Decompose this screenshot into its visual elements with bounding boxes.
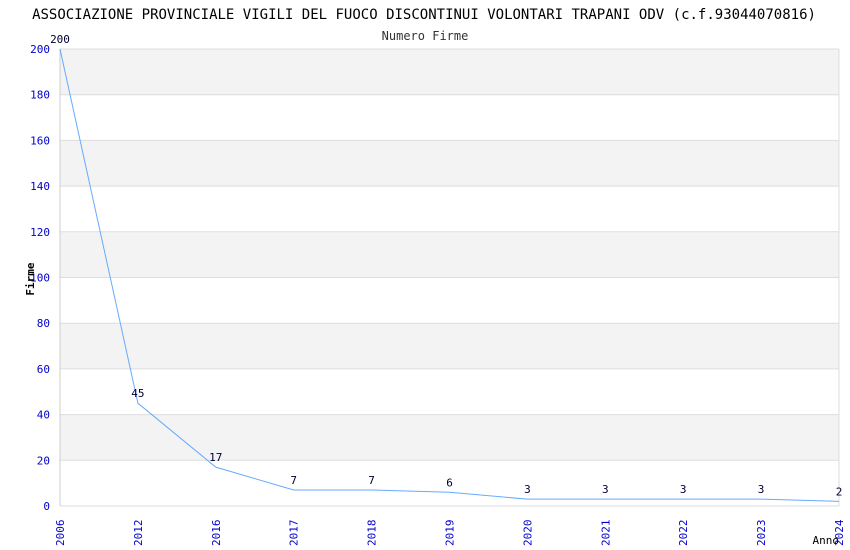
data-label: 7 xyxy=(290,474,297,487)
y-axis-label: Firme xyxy=(24,262,37,295)
grid-band xyxy=(60,94,839,141)
y-tick-label: 40 xyxy=(37,409,50,422)
data-label: 3 xyxy=(524,483,531,496)
line-chart: 020406080100120140160180200 2006 2012 2016… xyxy=(24,7,846,547)
x-axis-label: Anno xyxy=(813,534,840,547)
x-tick-label: 2023 xyxy=(755,520,768,547)
grid-band xyxy=(60,49,839,95)
x-tick-label: 2022 xyxy=(677,520,690,547)
x-tick-label: 2016 xyxy=(210,520,223,547)
y-tick-label: 0 xyxy=(43,500,50,513)
data-label: 45 xyxy=(131,387,144,400)
y-tick-label: 200 xyxy=(30,43,50,56)
data-label: 6 xyxy=(446,476,453,489)
y-tick-label: 20 xyxy=(37,454,50,467)
y-tick-label: 180 xyxy=(30,89,50,102)
chart: 0 20 40 60 80 100 120 140 160 180 200 2006 2012 2016… xyxy=(0,0,850,550)
data-label: 3 xyxy=(758,483,765,496)
chart-subtitle: Numero Firme xyxy=(382,29,469,43)
data-label: 200 xyxy=(50,33,70,46)
x-tick-label: 2021 xyxy=(599,520,612,547)
x-tick-label: 2017 xyxy=(288,520,301,547)
data-label: 3 xyxy=(680,483,687,496)
x-tick-label: 2012 xyxy=(132,520,145,547)
y-tick-label: 80 xyxy=(37,317,50,330)
y-tick-label: 60 xyxy=(37,363,50,376)
y-tick-label: 140 xyxy=(30,180,50,193)
y-tick-label: 160 xyxy=(30,134,50,147)
x-tick-label: 2006 xyxy=(54,520,67,547)
grid-band xyxy=(60,231,839,278)
data-label: 3 xyxy=(602,483,609,496)
x-tick-label: 2019 xyxy=(444,520,457,547)
grid-band xyxy=(60,277,839,324)
grid-band xyxy=(60,368,839,415)
data-label: 17 xyxy=(209,451,222,464)
x-tick-label: 2020 xyxy=(521,520,534,547)
grid-band xyxy=(60,186,839,232)
data-label: 2 xyxy=(836,485,843,498)
grid-band xyxy=(60,414,839,461)
x-tick-label: 2018 xyxy=(366,520,379,547)
y-tick-label: 120 xyxy=(30,226,50,239)
data-label: 7 xyxy=(368,474,375,487)
grid-band xyxy=(60,140,839,187)
chart-title: ASSOCIAZIONE PROVINCIALE VIGILI DEL FUOC… xyxy=(32,7,816,23)
grid-band xyxy=(60,323,839,369)
